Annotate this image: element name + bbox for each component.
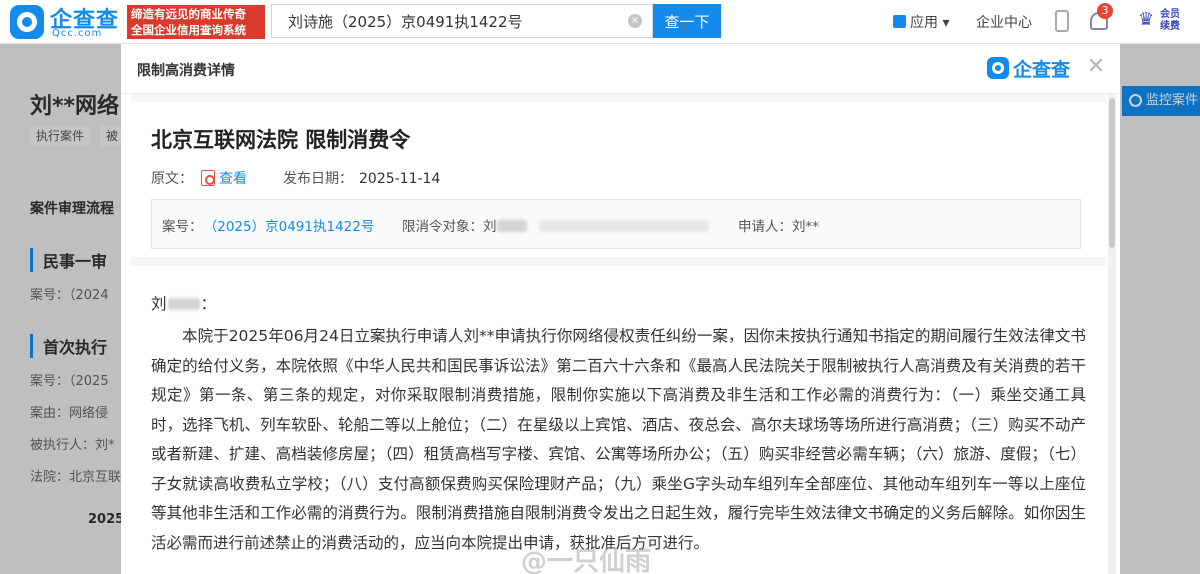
weibo-watermark: @一只仙雨 [521, 547, 652, 574]
modal-scrollbar[interactable] [1108, 94, 1116, 574]
document-content-card: 刘： 本院于2025年06月24日立案执行申请人刘**申请执行你网络侵权责任纠纷… [131, 266, 1106, 574]
consumption-restriction-modal: 限制高消费详情 企查查 ✕ 北京互联网法院 限制消费令 原文： 查看 发布日期： 20… [121, 44, 1120, 574]
case-number-field: 案号： （2025）京0491执1422号 [162, 215, 374, 235]
order-body-text: 本院于2025年06月24日立案执行申请人刘**申请执行你网络侵权责任纠纷一案，… [151, 327, 1086, 552]
salutation-prefix: 刘 [151, 295, 167, 313]
case-info-box: 案号： （2025）京0491执1422号 限消令对象：刘 申请人：刘** [151, 199, 1081, 249]
vip-label: 会员 [1160, 9, 1180, 20]
nav-app-label: 应用 ▾ [910, 15, 950, 31]
scrollbar-thumb[interactable] [1109, 98, 1115, 248]
nav-enterprise-center[interactable]: 企业中心 [976, 12, 1032, 32]
app-grid-icon [893, 15, 906, 28]
modal-header: 限制高消费详情 企查查 ✕ [121, 44, 1120, 94]
redacted-addressee [167, 298, 200, 310]
document-meta-row: 原文： 查看 发布日期： 2025-11-14 [151, 168, 440, 188]
modal-body: 北京互联网法院 限制消费令 原文： 查看 发布日期： 2025-11-14 案号： （2… [131, 94, 1106, 574]
slogan-line-2: 全国企业信用查询系统 [131, 23, 246, 37]
document-title: 北京互联网法院 限制消费令 [151, 128, 411, 152]
clear-search-icon[interactable]: × [628, 14, 642, 28]
mobile-app-icon[interactable] [1055, 10, 1069, 32]
modal-brand-text: 企查查 [1013, 59, 1071, 81]
addressee-salutation: 刘： [151, 292, 216, 314]
search-button[interactable]: 查一下 [653, 4, 721, 38]
slogan-banner: 缔造有远见的商业传奇 全国企业信用查询系统 [127, 5, 265, 39]
vip-crown-icon[interactable]: ♛ [1138, 10, 1158, 30]
slogan-line-1: 缔造有远见的商业传奇 [131, 7, 246, 21]
restricted-target-field: 限消令对象：刘 [402, 215, 709, 235]
view-original-link[interactable]: 查看 [219, 171, 247, 187]
qcc-logo-icon[interactable] [10, 5, 44, 39]
case-number-link[interactable]: （2025）京0491执1422号 [211, 219, 375, 235]
vip-renew-link[interactable]: 会员 续费 [1160, 9, 1190, 33]
redacted-name [496, 220, 527, 232]
original-label: 原文： [151, 171, 193, 187]
redacted-detail [538, 220, 709, 232]
search-box: × [271, 4, 653, 38]
top-navigation-bar: 企查查 Qcc.com 缔造有远见的商业传奇 全国企业信用查询系统 × 查一下 … [0, 0, 1200, 44]
salutation-suffix: ： [200, 295, 217, 313]
qcc-brand-icon [987, 57, 1009, 79]
close-icon[interactable]: ✕ [1085, 56, 1107, 78]
renew-label: 续费 [1160, 21, 1180, 32]
notification-badge: 3 [1097, 3, 1113, 19]
modal-title: 限制高消费详情 [137, 63, 235, 79]
logo-subtitle: Qcc.com [52, 28, 103, 39]
restricted-target-label: 限消令对象：刘 [402, 219, 497, 235]
applicant-field: 申请人：刘** [738, 219, 819, 235]
publish-date-label: 发布日期： [283, 171, 353, 187]
pdf-icon[interactable] [201, 170, 215, 186]
publish-date: 2025-11-14 [359, 171, 441, 187]
search-input[interactable] [272, 5, 622, 37]
document-header-card: 北京互联网法院 限制消费令 原文： 查看 发布日期： 2025-11-14 案号： （2… [131, 102, 1106, 257]
nav-app-menu[interactable]: 应用 ▾ [893, 12, 949, 32]
case-number-label: 案号： [162, 219, 203, 235]
